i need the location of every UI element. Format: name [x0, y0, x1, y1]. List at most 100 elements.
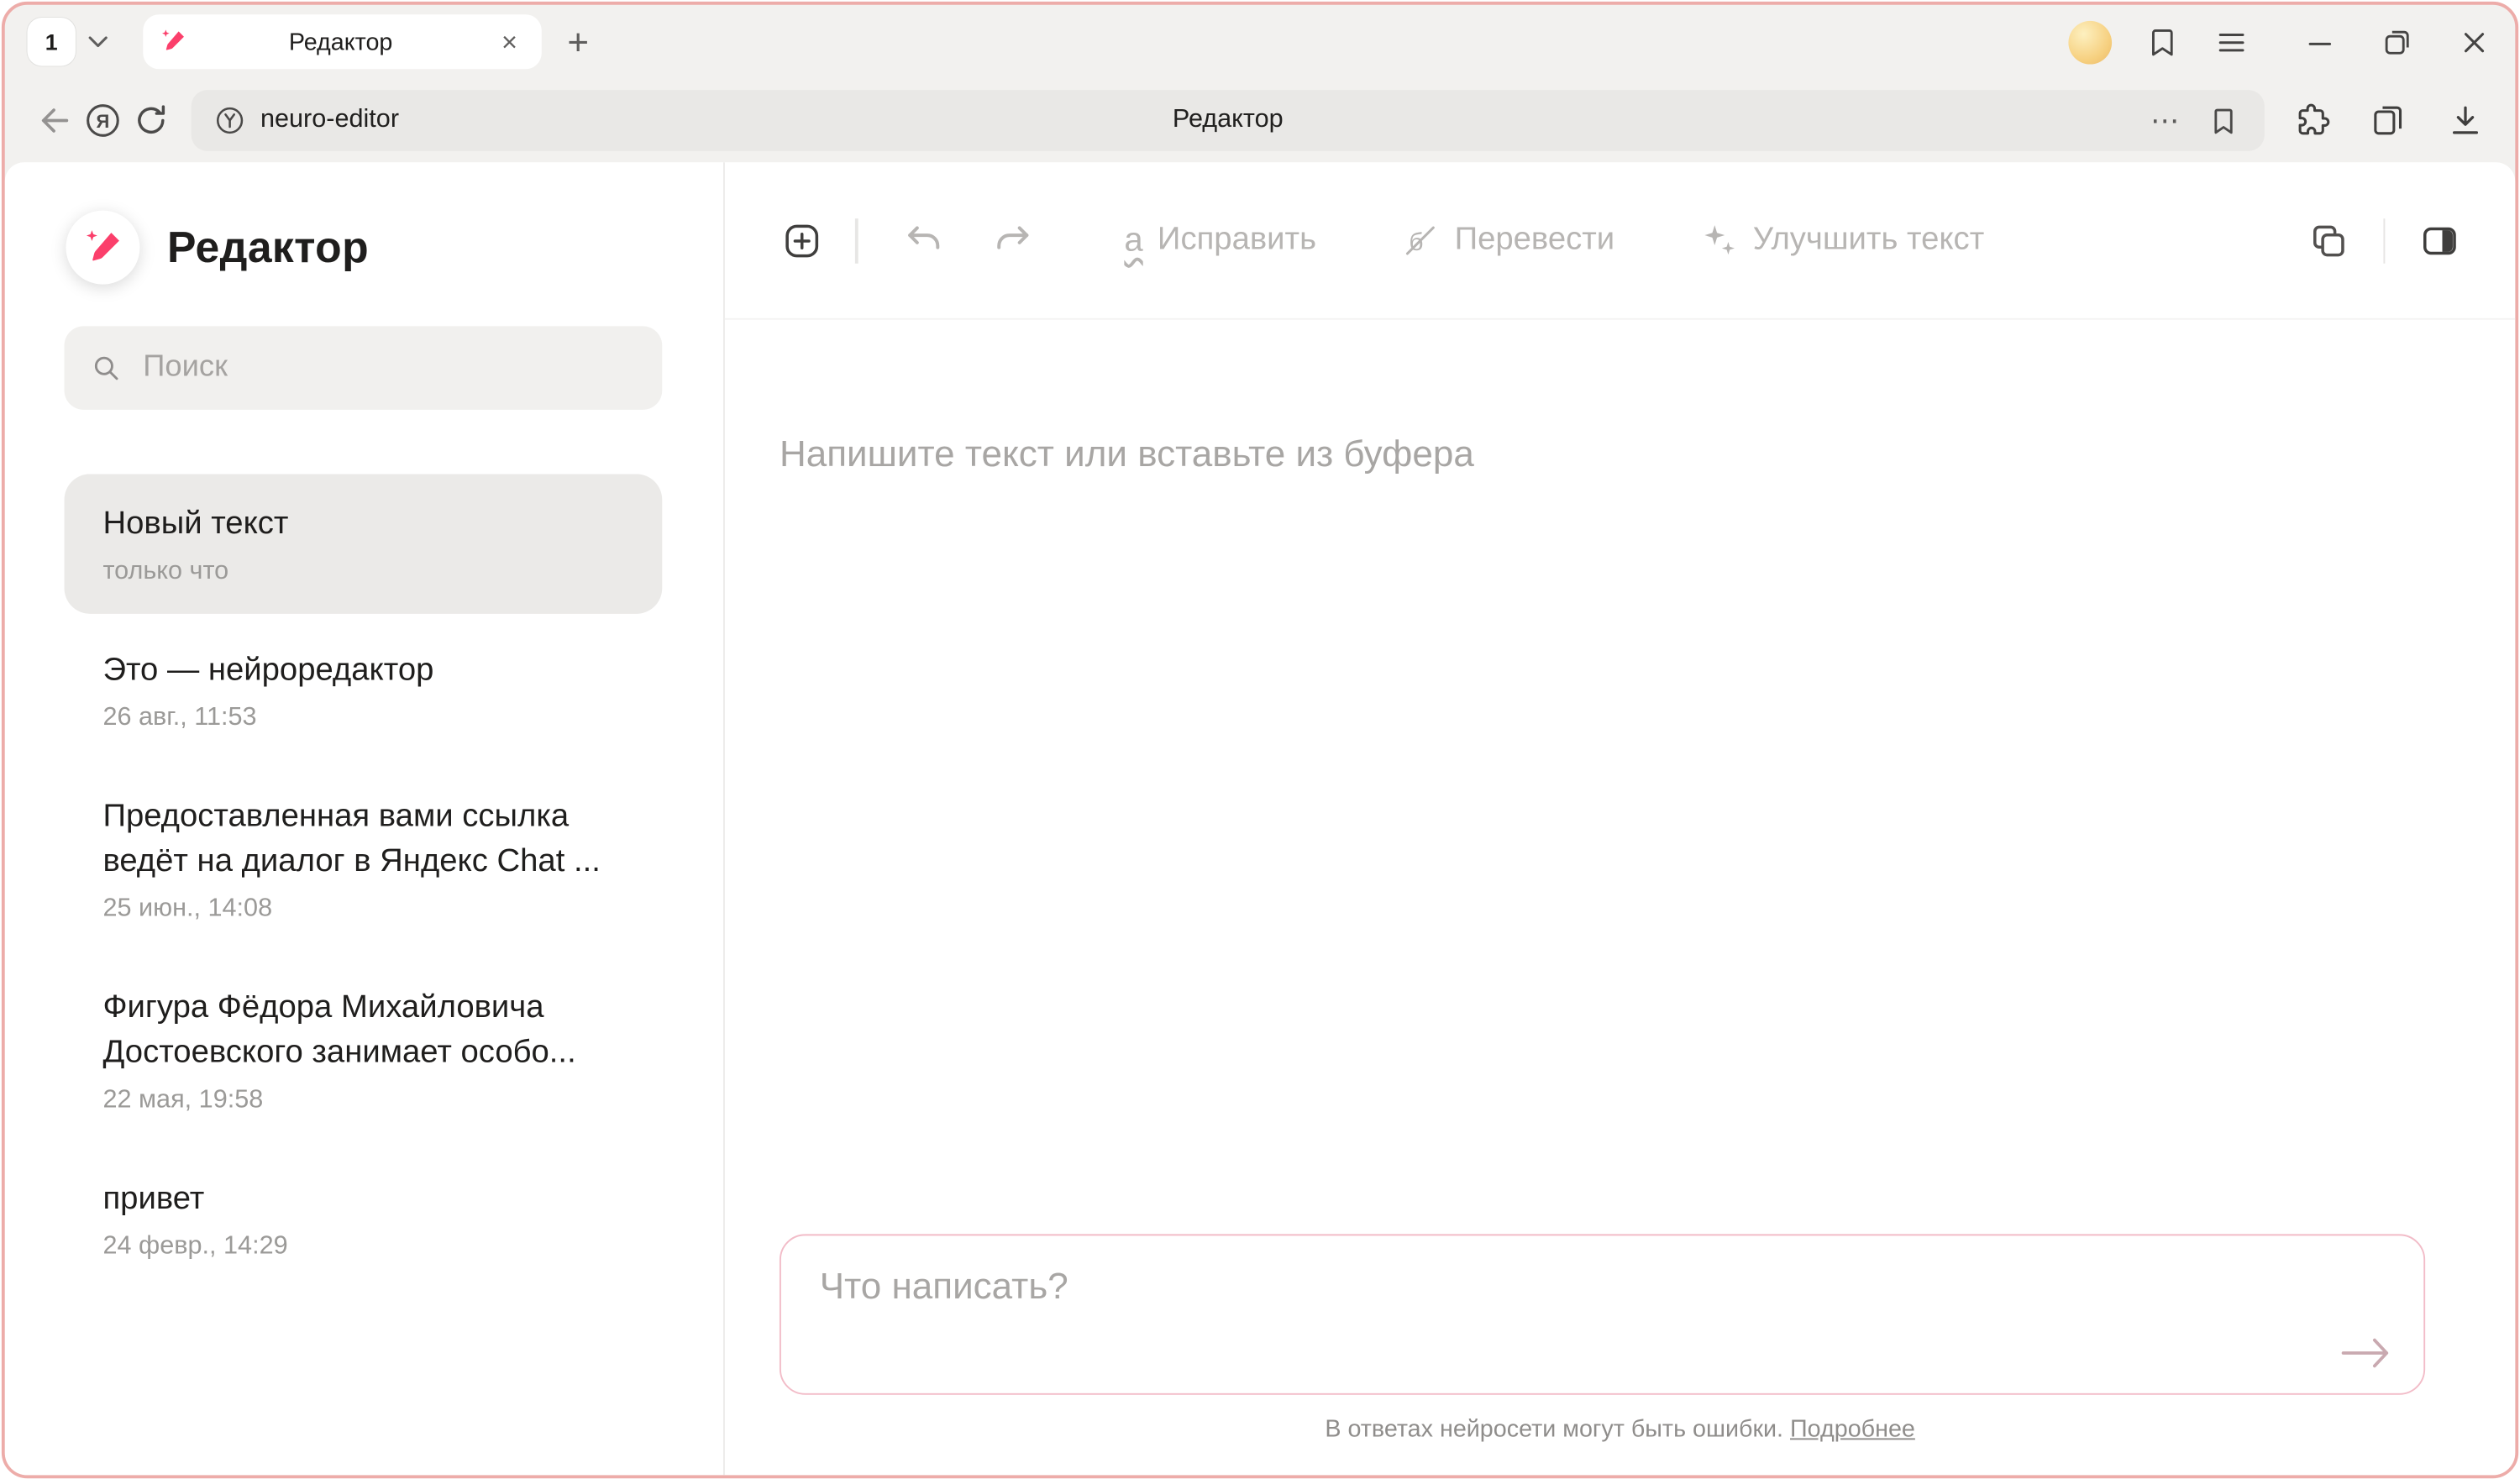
- window-controls: [2300, 23, 2493, 61]
- chevron-down-icon: [88, 35, 108, 48]
- doc-list-item[interactable]: Это — нейроредактор 26 авг., 11:53: [65, 621, 663, 760]
- toolbar-divider: [855, 218, 858, 263]
- doc-timestamp: 26 авг., 11:53: [102, 704, 623, 732]
- collections-button[interactable]: [2364, 97, 2412, 144]
- doc-list-item[interactable]: Предоставленная вами ссылка ведёт на диа…: [65, 767, 663, 952]
- plus-square-icon: [780, 219, 822, 261]
- screen: 1 Редактор × +: [0, 0, 2520, 1479]
- send-prompt-button[interactable]: [2334, 1328, 2398, 1376]
- doc-timestamp: 25 июн., 14:08: [102, 895, 623, 924]
- tab-counter[interactable]: 1: [28, 18, 76, 66]
- doc-list-item[interactable]: привет 24 февр., 14:29: [65, 1149, 663, 1288]
- doc-timestamp: 22 мая, 19:58: [102, 1086, 623, 1114]
- reload-button[interactable]: [127, 97, 175, 144]
- copy-icon: [2307, 219, 2349, 261]
- bookmark-page-button[interactable]: [2203, 102, 2242, 140]
- tabs-dropdown-button[interactable]: [79, 18, 118, 66]
- undo-icon: [903, 219, 945, 261]
- editor-text-area[interactable]: Напишите текст или вставьте из буфера: [725, 320, 2515, 1234]
- more-actions-button[interactable]: ⋯: [2150, 106, 2179, 134]
- search-input[interactable]: [139, 349, 636, 387]
- browser-menu-button[interactable]: [2212, 23, 2250, 61]
- fix-text-label: Исправить: [1158, 222, 1316, 259]
- toolbar-right-tools: [2287, 97, 2490, 144]
- address-bar-actions: ⋯: [2150, 102, 2242, 140]
- improve-text-label: Улучшить текст: [1753, 222, 1985, 259]
- search-box[interactable]: [65, 326, 663, 409]
- undo-button[interactable]: [902, 218, 946, 262]
- disclaimer-more-link[interactable]: Подробнее: [1790, 1415, 1915, 1443]
- arrow-right-icon: [2339, 1333, 2393, 1371]
- browser-tab[interactable]: Редактор ×: [143, 14, 541, 69]
- doc-timestamp: только что: [102, 558, 623, 586]
- doc-timestamp: 24 февр., 14:29: [102, 1233, 623, 1261]
- tab-close-icon[interactable]: ×: [493, 28, 525, 55]
- translate-label: Перевести: [1455, 222, 1615, 259]
- url-text[interactable]: neuro-editor: [260, 106, 399, 134]
- back-arrow-icon: [35, 102, 74, 140]
- bookmarks-panel-button[interactable]: [2142, 23, 2181, 61]
- app-logo-row: Редактор: [66, 211, 723, 285]
- address-bar[interactable]: neuro-editor Редактор ⋯: [192, 90, 2265, 151]
- doc-list-item[interactable]: Новый текст только что: [65, 474, 663, 613]
- translate-button[interactable]: б Перевести: [1400, 220, 1615, 260]
- profile-avatar[interactable]: [2068, 20, 2112, 64]
- doc-list-item[interactable]: Фигура Фёдора Михайловича Достоевского з…: [65, 957, 663, 1142]
- browser-window: 1 Редактор × +: [2, 2, 2518, 1477]
- disclaimer-text: В ответах нейросети могут быть ошибки.: [1325, 1415, 1783, 1443]
- hamburger-menu-icon: [2214, 25, 2248, 59]
- document-list: Новый текст только что Это — нейроредакт…: [5, 474, 723, 1295]
- translate-icon: б: [1400, 220, 1441, 260]
- svg-text:Я: Я: [97, 111, 110, 132]
- editor-placeholder: Напишите текст или вставьте из буфера: [780, 433, 1474, 475]
- maximize-button[interactable]: [2377, 23, 2416, 61]
- doc-title: Это — нейроредактор: [102, 648, 623, 693]
- prompt-input[interactable]: [781, 1235, 2423, 1392]
- page-title: Редактор: [192, 106, 2265, 134]
- bookmark-panel-icon: [2145, 25, 2178, 59]
- redo-button[interactable]: [991, 218, 1035, 262]
- new-document-button[interactable]: [780, 218, 823, 262]
- search-icon: [90, 352, 122, 384]
- side-panel-icon: [2418, 219, 2460, 261]
- minimize-button[interactable]: [2300, 23, 2339, 61]
- download-icon: [2446, 102, 2485, 140]
- fix-text-button[interactable]: а Исправить: [1124, 222, 1316, 259]
- tab-favicon-pen-icon: [159, 28, 187, 56]
- spellcheck-icon: а: [1124, 223, 1142, 257]
- tab-title: Редактор: [188, 28, 494, 55]
- doc-title: Фигура Фёдора Михайловича Достоевского з…: [102, 985, 623, 1075]
- browser-toolbar: Я neuro-editor Редактор ⋯: [5, 79, 2516, 162]
- toolbar-divider: [2382, 218, 2385, 263]
- new-tab-button[interactable]: +: [561, 24, 596, 60]
- tab-strip: 1 Редактор × +: [5, 5, 2516, 79]
- sparkles-icon: [1698, 220, 1739, 260]
- site-favicon-icon: [213, 104, 245, 136]
- reload-icon: [132, 102, 171, 140]
- documents-sidebar: Редактор Новый текст только что Это — не…: [5, 162, 725, 1474]
- toggle-side-panel-button[interactable]: [2418, 218, 2461, 262]
- editor-toolbar: а Исправить б Перевести Улучшить текс: [725, 162, 2515, 320]
- yandex-home-button[interactable]: Я: [79, 97, 127, 144]
- minimize-icon: [2302, 25, 2336, 59]
- restore-window-icon: [2380, 25, 2413, 59]
- close-window-button[interactable]: [2454, 23, 2493, 61]
- downloads-button[interactable]: [2441, 97, 2489, 144]
- editor-pane: а Исправить б Перевести Улучшить текс: [725, 162, 2515, 1474]
- page-content: Редактор Новый текст только что Это — не…: [5, 162, 2516, 1474]
- close-icon: [2456, 25, 2490, 59]
- magic-pen-icon: [81, 226, 125, 270]
- doc-title: привет: [102, 1177, 623, 1222]
- doc-title: Предоставленная вами ссылка ведёт на диа…: [102, 794, 623, 884]
- improve-text-button[interactable]: Улучшить текст: [1698, 220, 1985, 260]
- redo-icon: [992, 219, 1034, 261]
- extensions-button[interactable]: [2287, 97, 2335, 144]
- bookmark-flag-icon: [2206, 103, 2239, 137]
- app-title: Редактор: [167, 223, 369, 272]
- back-button[interactable]: [30, 97, 78, 144]
- doc-title: Новый текст: [102, 501, 623, 547]
- ai-disclaimer: В ответах нейросети могут быть ошибки. П…: [725, 1394, 2515, 1475]
- puzzle-icon: [2292, 102, 2330, 140]
- chrome-right-controls: [2068, 20, 2492, 64]
- copy-text-button[interactable]: [2307, 218, 2351, 262]
